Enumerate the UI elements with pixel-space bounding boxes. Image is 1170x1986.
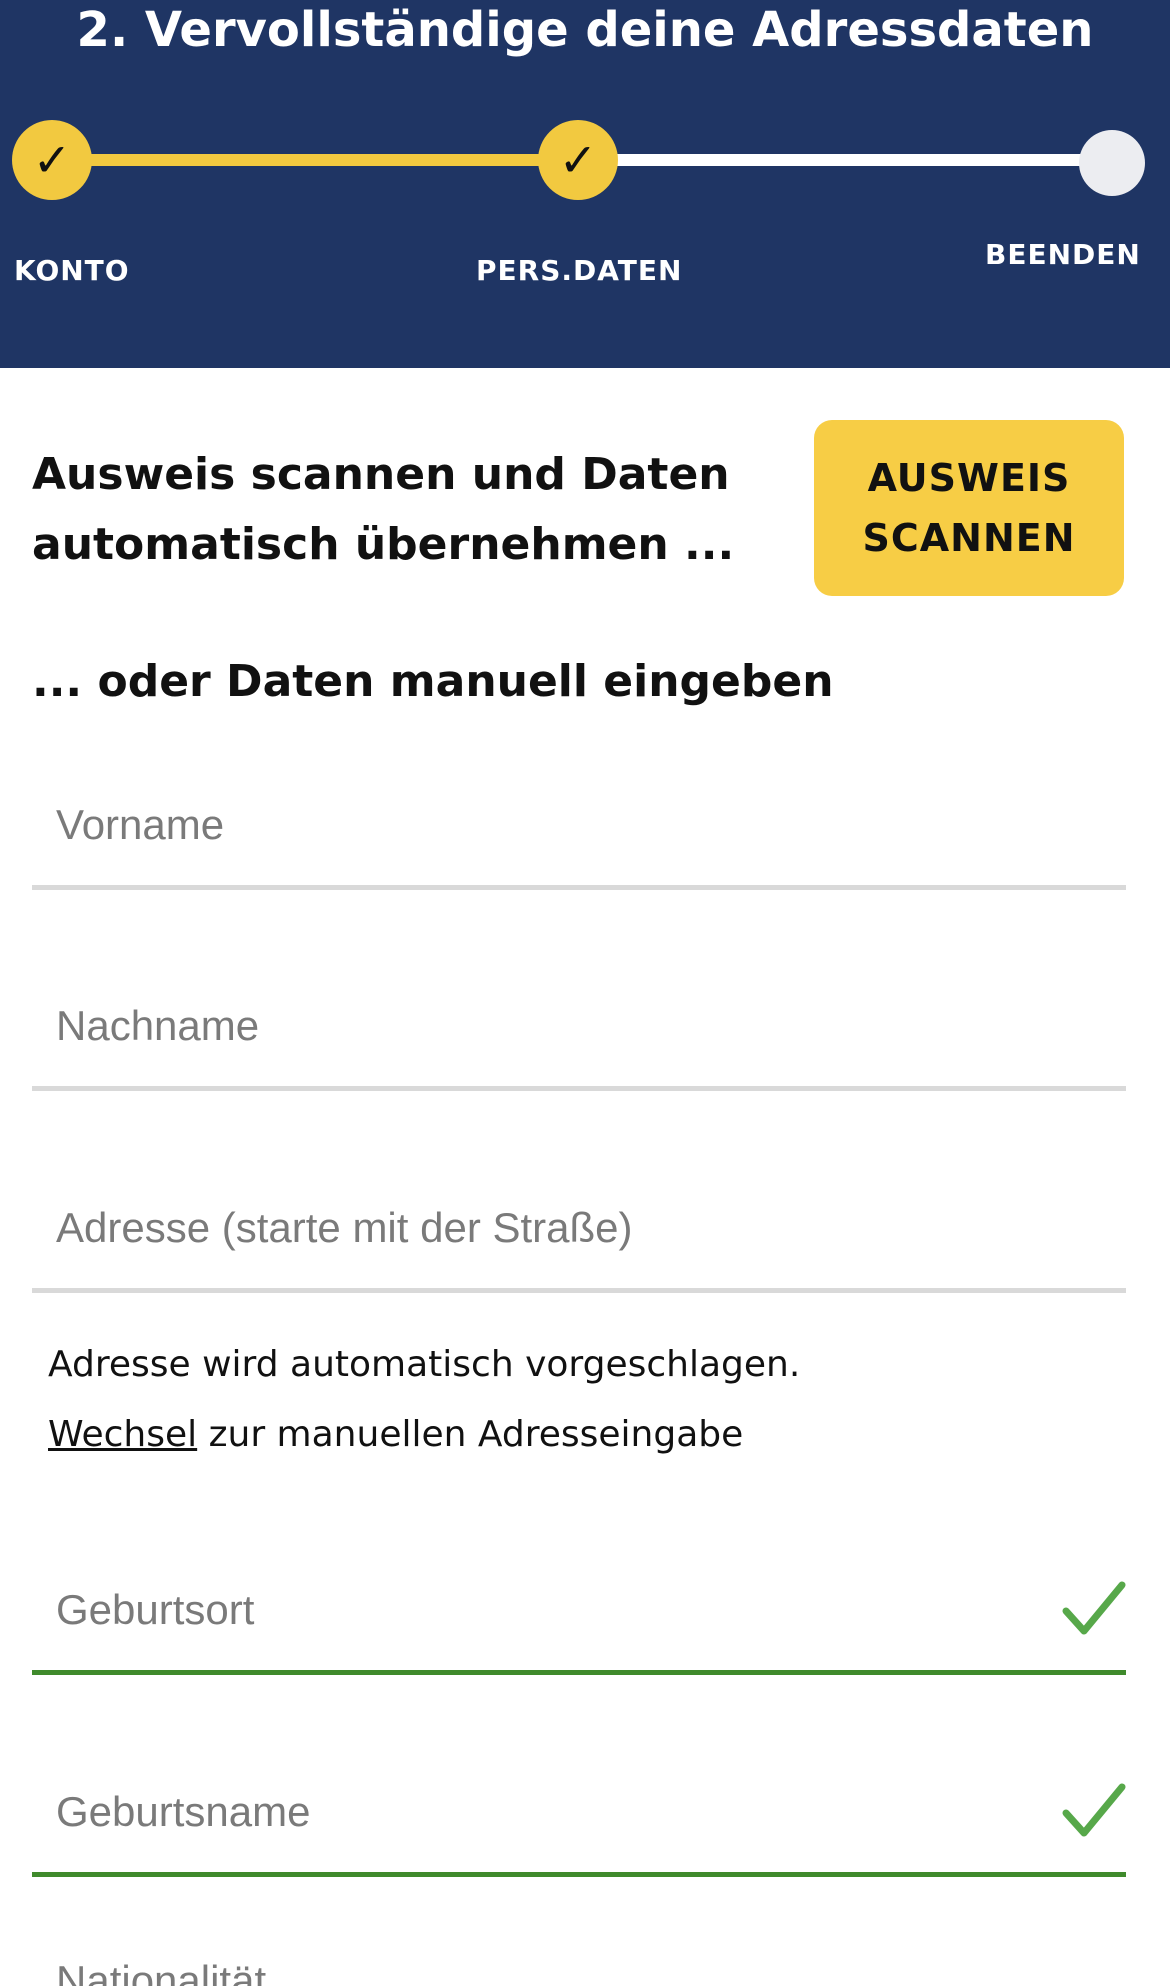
field-adresse xyxy=(32,1173,1126,1293)
page-title: 2. Vervollständige deine Adressdaten xyxy=(76,2,1094,58)
address-hint-line2-text: zur manuellen Adresseingabe xyxy=(197,1414,744,1455)
nationalitaet-input[interactable] xyxy=(32,1926,1056,1986)
address-hint-line1: Adresse wird automatisch vorgeschlagen. xyxy=(48,1344,801,1385)
nachname-underline xyxy=(32,1086,1126,1091)
step-label-persdaten: PERS.DATEN xyxy=(476,254,683,287)
scan-intro-text: Ausweis scannen und Daten automatisch üb… xyxy=(32,449,735,570)
progress-track-completed xyxy=(52,154,578,166)
vorname-input[interactable] xyxy=(32,770,1056,880)
manual-entry-heading: ... oder Daten manuell eingeben xyxy=(32,656,834,707)
step-konto-check-icon: ✓ xyxy=(12,120,92,200)
switch-manual-address-link[interactable]: Wechsel xyxy=(48,1414,197,1455)
address-hint-line2: Wechsel zur manuellen Adresseingabe xyxy=(48,1400,800,1470)
adresse-underline xyxy=(32,1288,1126,1293)
geburtsort-valid-check-icon xyxy=(1062,1581,1126,1635)
vorname-underline xyxy=(32,885,1126,890)
scan-id-button[interactable]: AUSWEIS SCANNEN xyxy=(814,420,1124,596)
geburtsname-input[interactable] xyxy=(32,1757,1056,1867)
geburtsname-valid-check-icon xyxy=(1062,1783,1126,1837)
step-beenden-dot xyxy=(1079,130,1145,196)
step-label-beenden: BEENDEN xyxy=(985,238,1141,271)
geburtsort-input[interactable] xyxy=(32,1555,1056,1665)
field-geburtsort xyxy=(32,1555,1126,1675)
geburtsort-underline xyxy=(32,1670,1126,1675)
step-persdaten-check-icon: ✓ xyxy=(538,120,618,200)
address-hint: Adresse wird automatisch vorgeschlagen. … xyxy=(48,1330,800,1470)
field-geburtsname xyxy=(32,1757,1126,1877)
field-nationalitaet xyxy=(32,1914,1126,1986)
adresse-input[interactable] xyxy=(32,1173,1056,1283)
step-label-konto: KONTO xyxy=(14,254,130,287)
field-vorname xyxy=(32,770,1126,890)
header: 2. Vervollständige deine Adressdaten ✓ ✓… xyxy=(0,0,1170,368)
progress-track-remaining xyxy=(578,154,1112,166)
field-nachname xyxy=(32,971,1126,1091)
geburtsname-underline xyxy=(32,1872,1126,1877)
nachname-input[interactable] xyxy=(32,971,1056,1081)
scan-id-button-label: AUSWEIS SCANNEN xyxy=(862,456,1076,560)
